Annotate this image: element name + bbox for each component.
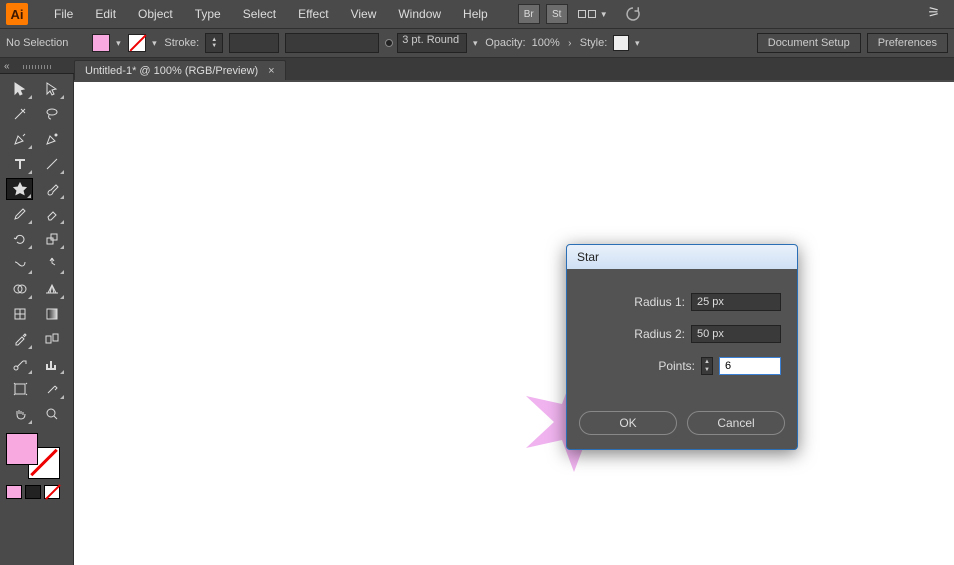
- document-tab-title: Untitled-1* @ 100% (RGB/Preview): [85, 65, 258, 77]
- stock-button[interactable]: St: [546, 4, 568, 24]
- stroke-label: Stroke:: [164, 37, 199, 49]
- menu-effect[interactable]: Effect: [288, 3, 338, 25]
- column-graph-tool[interactable]: [38, 353, 65, 375]
- points-label: Points:: [658, 359, 695, 373]
- perspective-grid-tool[interactable]: [38, 278, 65, 300]
- radius1-label: Radius 1:: [634, 295, 685, 309]
- cancel-button[interactable]: Cancel: [687, 411, 785, 435]
- opacity-value[interactable]: 100%: [532, 37, 560, 49]
- color-mode-gradient[interactable]: [25, 485, 41, 499]
- magic-wand-tool[interactable]: [6, 103, 33, 125]
- pencil-tool[interactable]: [6, 203, 33, 225]
- free-transform-tool[interactable]: [38, 253, 65, 275]
- points-input[interactable]: [719, 357, 781, 375]
- profile-value[interactable]: 3 pt. Round: [397, 33, 467, 53]
- favorites-icon[interactable]: ⚞: [927, 4, 940, 21]
- radius2-label: Radius 2:: [634, 327, 685, 341]
- artboard-canvas[interactable]: [74, 82, 954, 565]
- close-tab-icon[interactable]: ×: [268, 65, 274, 77]
- fill-swatch[interactable]: [92, 34, 110, 52]
- preferences-button[interactable]: Preferences: [867, 33, 948, 53]
- mesh-tool[interactable]: [6, 303, 33, 325]
- curvature-tool[interactable]: [38, 128, 65, 150]
- fill-control[interactable]: ▾: [92, 34, 122, 52]
- ok-button[interactable]: OK: [579, 411, 677, 435]
- selection-status: No Selection: [6, 37, 68, 49]
- document-tabstrip: Untitled-1* @ 100% (RGB/Preview) ×: [0, 58, 954, 80]
- fill-color-swatch[interactable]: [6, 433, 38, 465]
- eyedropper-tool[interactable]: [6, 328, 33, 350]
- menu-view[interactable]: View: [341, 3, 387, 25]
- line-segment-tool[interactable]: [38, 153, 65, 175]
- radius1-input[interactable]: [691, 293, 781, 311]
- star-dialog: Star Radius 1: Radius 2: Points: ▲▼ OK C…: [566, 244, 798, 450]
- eraser-tool[interactable]: [38, 203, 65, 225]
- slice-tool[interactable]: [38, 378, 65, 400]
- blend-tool[interactable]: [38, 328, 65, 350]
- scale-tool[interactable]: [38, 228, 65, 250]
- tools-panel: [0, 74, 74, 565]
- points-stepper[interactable]: ▲▼: [701, 357, 713, 375]
- width-tool[interactable]: [6, 253, 33, 275]
- stroke-weight-dropdown[interactable]: [229, 33, 279, 53]
- document-setup-button[interactable]: Document Setup: [757, 33, 861, 53]
- stroke-swatch[interactable]: [128, 34, 146, 52]
- artboard-tool[interactable]: [6, 378, 33, 400]
- style-label: Style:: [580, 37, 608, 49]
- opacity-label: Opacity:: [485, 37, 525, 49]
- zoom-tool[interactable]: [38, 403, 65, 425]
- color-mode-none[interactable]: [44, 485, 60, 499]
- control-bar: No Selection ▾ ▾ Stroke: ▲▼ 3 pt. Round …: [0, 28, 954, 58]
- pen-tool[interactable]: [6, 128, 33, 150]
- fill-stroke-color-control[interactable]: [6, 433, 60, 479]
- sync-icon[interactable]: [624, 5, 642, 23]
- paintbrush-tool[interactable]: [38, 178, 65, 200]
- menu-window[interactable]: Window: [388, 3, 451, 25]
- menu-type[interactable]: Type: [185, 3, 231, 25]
- menu-object[interactable]: Object: [128, 3, 183, 25]
- menu-file[interactable]: File: [44, 3, 83, 25]
- toolbar-dock-handle[interactable]: [0, 60, 74, 74]
- menu-select[interactable]: Select: [233, 3, 286, 25]
- stroke-weight-stepper[interactable]: ▲▼: [205, 33, 223, 53]
- dialog-titlebar[interactable]: Star: [567, 245, 797, 269]
- shape-builder-tool[interactable]: [6, 278, 33, 300]
- stroke-control[interactable]: ▾: [128, 34, 158, 52]
- brush-definition-dropdown[interactable]: [285, 33, 379, 53]
- direct-selection-tool[interactable]: [38, 78, 65, 100]
- star-shape-tool[interactable]: [6, 178, 33, 200]
- selection-tool[interactable]: [6, 78, 33, 100]
- arrange-documents-button[interactable]: ▼: [578, 10, 608, 19]
- bridge-button[interactable]: Br: [518, 4, 540, 24]
- color-mode-buttons: [6, 485, 67, 499]
- gradient-tool[interactable]: [38, 303, 65, 325]
- style-control[interactable]: ▾: [613, 35, 641, 51]
- hand-tool[interactable]: [6, 403, 33, 425]
- app-logo: Ai: [6, 3, 28, 25]
- type-tool[interactable]: [6, 153, 33, 175]
- menubar: Ai File Edit Object Type Select Effect V…: [0, 0, 954, 28]
- menu-edit[interactable]: Edit: [85, 3, 126, 25]
- variable-width-profile[interactable]: 3 pt. Round ▾: [385, 33, 479, 53]
- symbol-sprayer-tool[interactable]: [6, 353, 33, 375]
- opacity-flyout[interactable]: ›: [566, 36, 574, 50]
- menu-help[interactable]: Help: [453, 3, 498, 25]
- rotate-tool[interactable]: [6, 228, 33, 250]
- lasso-tool[interactable]: [38, 103, 65, 125]
- color-mode-color[interactable]: [6, 485, 22, 499]
- radius2-input[interactable]: [691, 325, 781, 343]
- document-tab[interactable]: Untitled-1* @ 100% (RGB/Preview) ×: [74, 60, 286, 80]
